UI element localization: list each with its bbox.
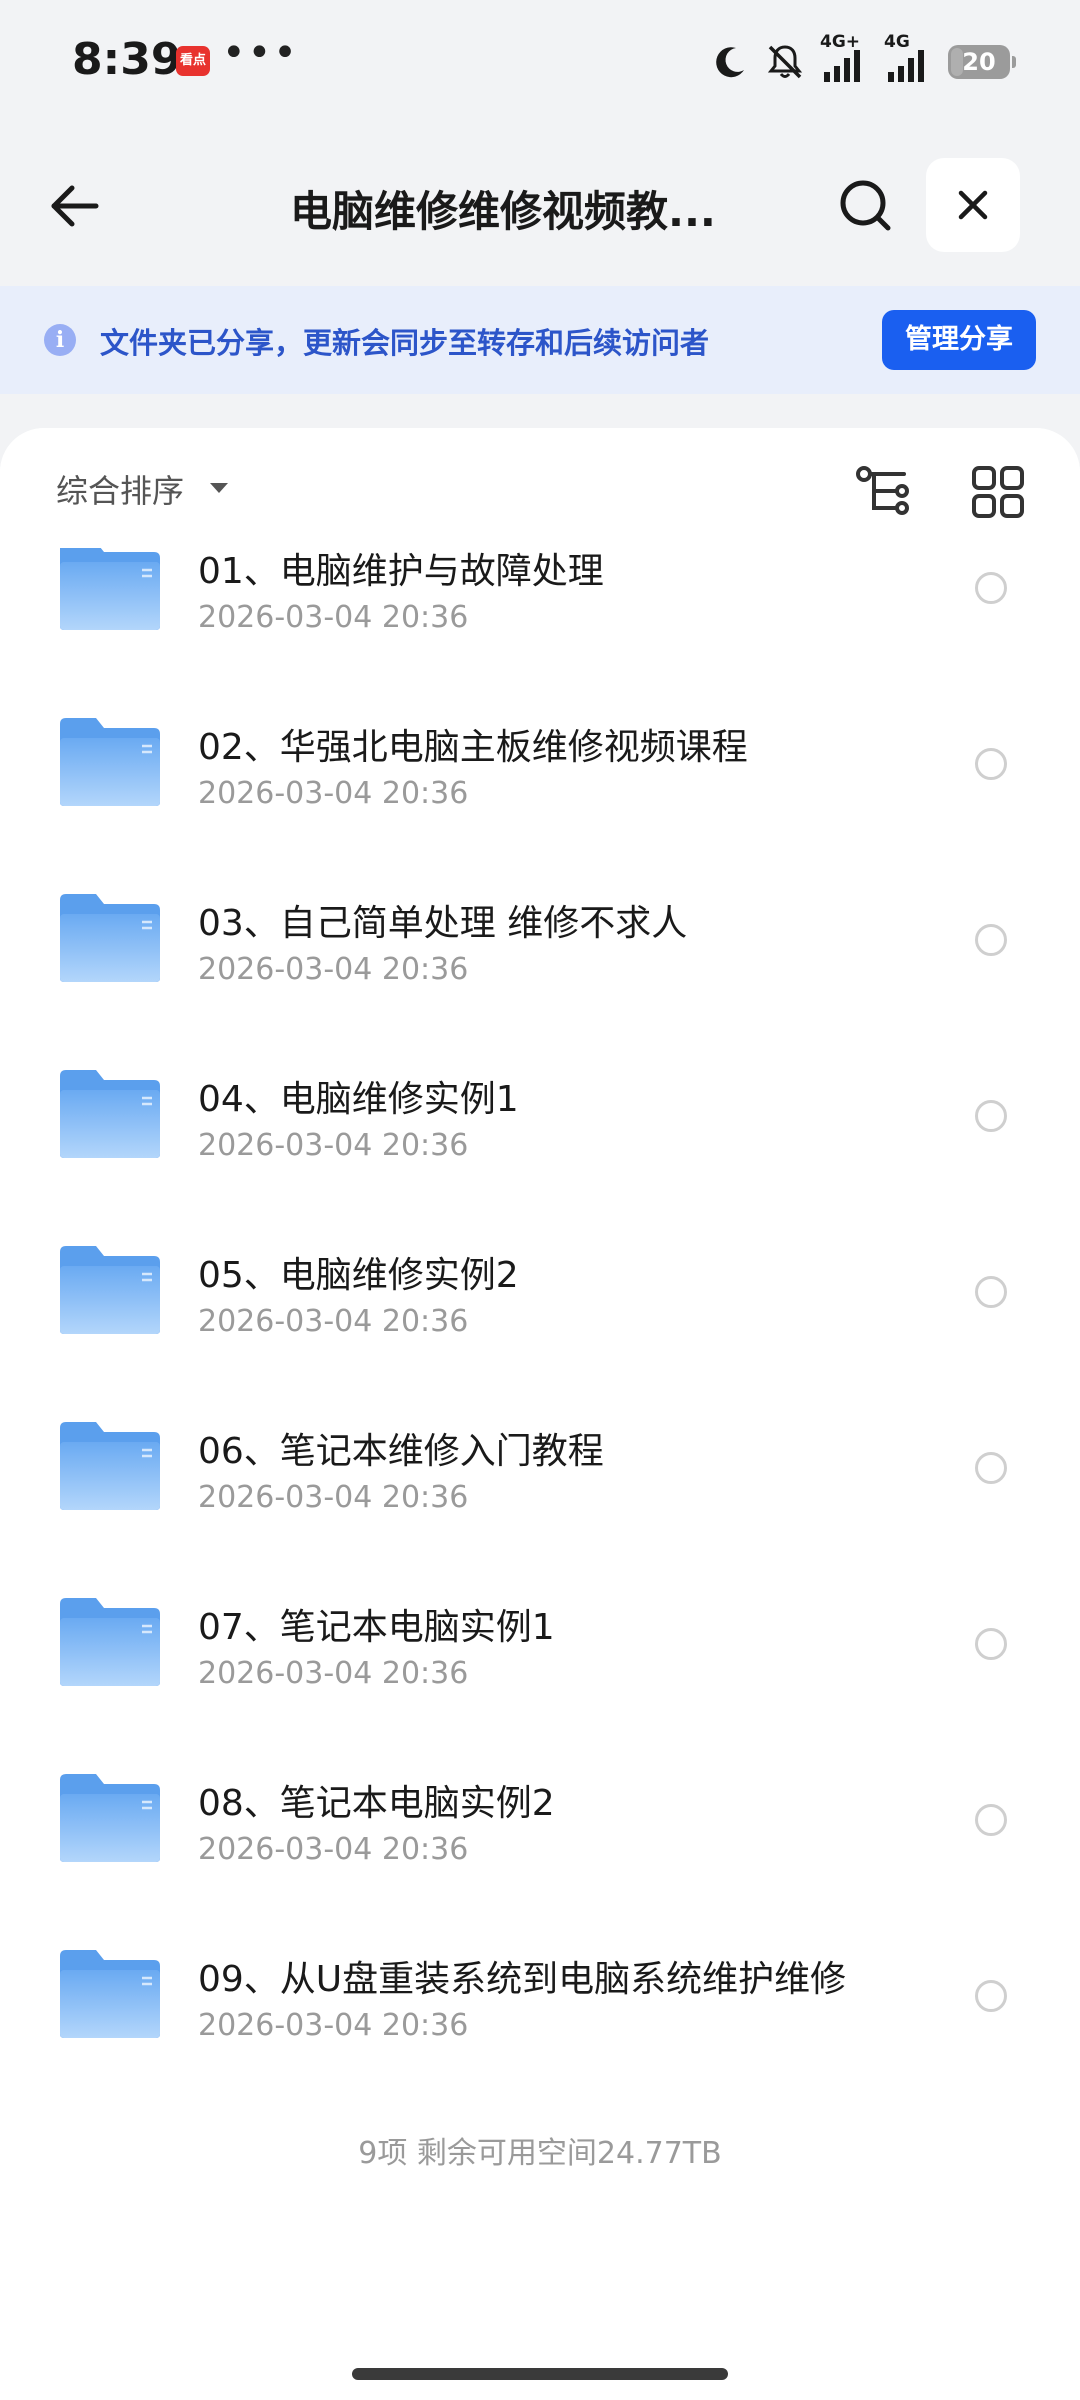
title-bar: 电脑维修维修视频教... — [0, 150, 1080, 260]
chevron-down-icon[interactable] — [210, 483, 228, 493]
select-checkbox[interactable] — [975, 748, 1007, 780]
folder-icon — [60, 718, 160, 806]
battery-level: 20 — [962, 48, 996, 76]
select-checkbox[interactable] — [975, 1980, 1007, 2012]
folder-icon — [60, 894, 160, 982]
list-item[interactable]: 06、笔记本维修入门教程 2026-03-04 20:36 — [0, 1388, 1080, 1564]
folder-date: 2026-03-04 20:36 — [198, 776, 469, 811]
folder-name: 05、电脑维修实例2 — [198, 1255, 519, 1296]
folder-icon — [60, 542, 160, 630]
select-checkbox[interactable] — [975, 1804, 1007, 1836]
folder-name: 04、电脑维修实例1 — [198, 1079, 519, 1120]
list-item[interactable]: 07、笔记本电脑实例1 2026-03-04 20:36 — [0, 1564, 1080, 1740]
list-item[interactable]: 02、华强北电脑主板维修视频课程 2026-03-04 20:36 — [0, 684, 1080, 860]
folder-name: 08、笔记本电脑实例2 — [198, 1783, 555, 1824]
select-checkbox[interactable] — [975, 924, 1007, 956]
folder-list: 01、电脑维护与故障处理 2026-03-04 20:36 02、华强北电脑主板… — [0, 508, 1080, 2092]
select-checkbox[interactable] — [975, 572, 1007, 604]
folder-icon — [60, 1950, 160, 2038]
info-icon: i — [44, 324, 76, 356]
muted-bell-icon — [767, 45, 803, 79]
sort-toolbar: 综合排序 — [0, 428, 1080, 548]
file-list-panel: 综合排序 01、电脑维护与故障处理 2026-03-04 20:36 02、华强… — [0, 428, 1080, 2400]
list-item[interactable]: 03、自己简单处理 维修不求人 2026-03-04 20:36 — [0, 860, 1080, 1036]
list-item[interactable]: 04、电脑维修实例1 2026-03-04 20:36 — [0, 1036, 1080, 1212]
signal-4g-icon: 4G — [884, 32, 934, 86]
select-checkbox[interactable] — [975, 1628, 1007, 1660]
folder-name: 07、笔记本电脑实例1 — [198, 1607, 555, 1648]
page-title: 电脑维修维修视频教... — [290, 187, 716, 236]
folder-name: 02、华强北电脑主板维修视频课程 — [198, 727, 748, 768]
folder-name: 09、从U盘重装系统到电脑系统维护维修 — [198, 1959, 847, 2000]
folder-name: 06、笔记本维修入门教程 — [198, 1431, 604, 1472]
share-notice-banner: i 文件夹已分享，更新会同步至转存和后续访问者 管理分享 — [0, 286, 1080, 394]
folder-date: 2026-03-04 20:36 — [198, 2008, 469, 2043]
battery-icon: 20 — [948, 45, 1016, 79]
close-button[interactable] — [926, 158, 1020, 252]
manage-share-button[interactable]: 管理分享 — [882, 310, 1036, 370]
tree-structure-icon — [856, 466, 909, 515]
folder-name: 01、电脑维护与故障处理 — [198, 551, 604, 592]
status-time: 8:39 — [72, 34, 182, 85]
system-icons: 4G+ 4G 20 — [710, 32, 1016, 86]
close-icon — [958, 190, 988, 220]
folder-icon — [60, 1598, 160, 1686]
folder-icon — [60, 1774, 160, 1862]
news-app-notification-icon: 看点 — [176, 46, 210, 76]
list-item[interactable]: 05、电脑维修实例2 2026-03-04 20:36 — [0, 1212, 1080, 1388]
folder-name: 03、自己简单处理 维修不求人 — [198, 903, 688, 944]
status-bar: 8:39 看点 ••• 4G+ 4G 20 — [0, 0, 1080, 120]
search-icon — [840, 180, 891, 231]
folder-date: 2026-03-04 20:36 — [198, 1480, 469, 1515]
folder-date: 2026-03-04 20:36 — [198, 1128, 469, 1163]
back-arrow-icon — [51, 185, 99, 227]
share-notice-text: 文件夹已分享，更新会同步至转存和后续访问者 — [100, 326, 710, 360]
folder-date: 2026-03-04 20:36 — [198, 1304, 469, 1339]
list-item[interactable]: 08、笔记本电脑实例2 2026-03-04 20:36 — [0, 1740, 1080, 1916]
do-not-disturb-moon-icon — [716, 47, 744, 78]
folder-icon — [60, 1070, 160, 1158]
select-checkbox[interactable] — [975, 1100, 1007, 1132]
folder-icon — [60, 1422, 160, 1510]
grid-view-icon — [972, 466, 1024, 518]
home-indicator[interactable] — [352, 2368, 728, 2380]
select-checkbox[interactable] — [975, 1452, 1007, 1484]
storage-summary: 9项 剩余可用空间24.77TB — [358, 2136, 722, 2171]
sort-dropdown[interactable]: 综合排序 — [56, 466, 184, 512]
folder-date: 2026-03-04 20:36 — [198, 1656, 469, 1691]
select-checkbox[interactable] — [975, 1276, 1007, 1308]
search-button[interactable] — [832, 172, 900, 240]
folder-date: 2026-03-04 20:36 — [198, 600, 469, 635]
folder-date: 2026-03-04 20:36 — [198, 952, 469, 987]
list-item[interactable]: 09、从U盘重装系统到电脑系统维护维修 2026-03-04 20:36 — [0, 1916, 1080, 2092]
back-button[interactable] — [40, 172, 108, 240]
signal-4g-plus-icon: 4G+ — [820, 32, 870, 86]
folder-icon — [60, 1246, 160, 1334]
grid-view-button[interactable] — [968, 462, 1028, 522]
more-notifications-icon: ••• — [222, 30, 299, 76]
tree-view-button[interactable] — [852, 460, 916, 524]
folder-date: 2026-03-04 20:36 — [198, 1832, 469, 1867]
